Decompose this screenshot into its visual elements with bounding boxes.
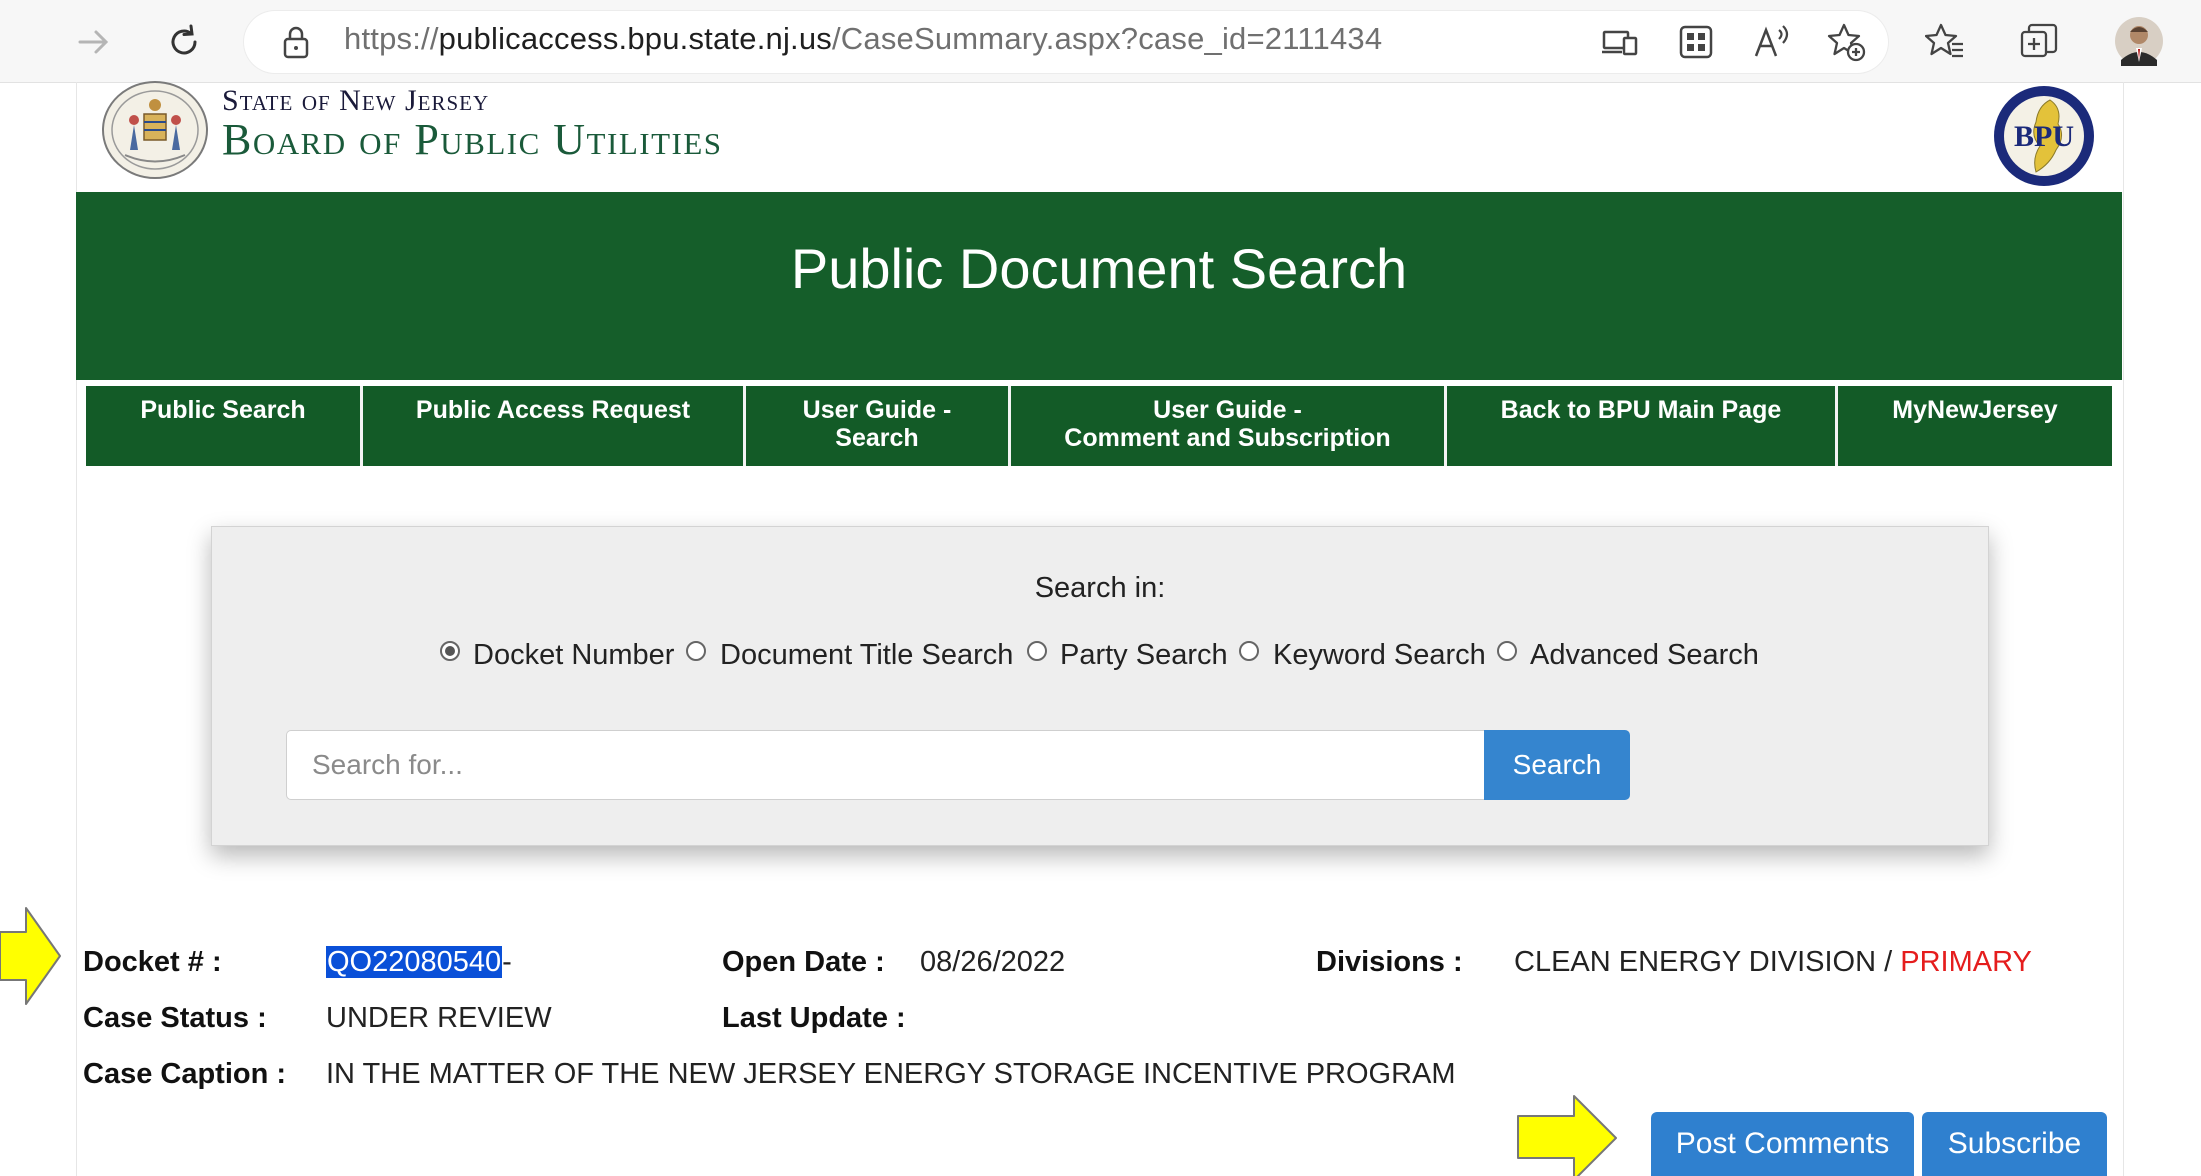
collections-icon[interactable] [2016,19,2062,65]
case-caption-label: Case Caption : [83,1058,287,1090]
radio-party-search[interactable] [1027,641,1047,661]
svg-text:BPU: BPU [2014,120,2074,153]
docket-label: Docket # : [83,946,222,978]
radio-label-docket-number: Docket Number [473,639,675,671]
search-input[interactable] [286,730,1484,800]
post-comments-button[interactable]: Post Comments [1651,1112,1914,1176]
profile-avatar[interactable] [2114,16,2164,71]
last-update-label: Last Update : [722,1002,906,1034]
radio-docket-number[interactable] [440,641,460,661]
subscribe-button[interactable]: Subscribe [1922,1112,2107,1176]
divisions-label: Divisions : [1316,946,1463,978]
nav-user-guide-search[interactable]: User Guide - Search [746,386,1011,466]
case-status-value: UNDER REVIEW [326,1002,552,1034]
radio-label-keyword-search: Keyword Search [1273,639,1486,671]
primary-tag: PRIMARY [1900,946,2032,978]
search-button[interactable]: Search [1484,730,1630,800]
open-date-value: 08/26/2022 [920,946,1066,978]
favorites-icon[interactable] [1922,19,1968,65]
bpu-logo: BPU [1992,84,2096,193]
docket-number[interactable]: QO22080540 [326,946,503,978]
read-aloud-icon[interactable] [1749,19,1795,65]
radio-advanced-search[interactable] [1497,641,1517,661]
nav-mynewjersey[interactable]: MyNewJersey [1838,386,2112,466]
radio-document-title[interactable] [686,641,706,661]
add-favorite-icon[interactable] [1823,19,1869,65]
nav-user-guide-comment[interactable]: User Guide - Comment and Subscription [1011,386,1447,466]
case-caption-value: IN THE MATTER OF THE NEW JERSEY ENERGY S… [326,1058,1456,1090]
board-title: Board of Public Utilities [222,115,723,164]
radio-label-advanced-search: Advanced Search [1530,639,1759,671]
nav-back-to-bpu[interactable]: Back to BPU Main Page [1447,386,1838,466]
page-title: Public Document Search [790,237,1408,300]
nav-public-search[interactable]: Public Search [86,386,363,466]
state-title: State of New Jersey [222,84,490,117]
open-date-label: Open Date : [722,946,885,978]
devices-icon[interactable] [1597,19,1643,65]
refresh-icon[interactable] [156,14,212,70]
annotation-arrow-docket [0,907,61,1005]
lock-icon[interactable] [280,24,312,65]
forward-icon[interactable] [66,14,122,70]
case-status-label: Case Status : [83,1002,267,1034]
radio-label-document-title: Document Title Search [720,639,1014,671]
radio-label-party-search: Party Search [1060,639,1228,671]
search-in-label: Search in: [1034,572,1166,604]
docket-value[interactable]: QO22080540- [326,946,512,979]
annotation-arrow-post-comments [1517,1095,1617,1176]
url-text[interactable]: https://publicaccess.bpu.state.nj.us/Cas… [344,21,1382,57]
divisions-value: CLEAN ENERGY DIVISION / PRIMARY [1514,946,2032,978]
radio-keyword-search[interactable] [1239,641,1259,661]
apps-grid-icon[interactable] [1673,19,1719,65]
nj-seal-logo [100,80,210,185]
nav-public-access-request[interactable]: Public Access Request [363,386,746,466]
